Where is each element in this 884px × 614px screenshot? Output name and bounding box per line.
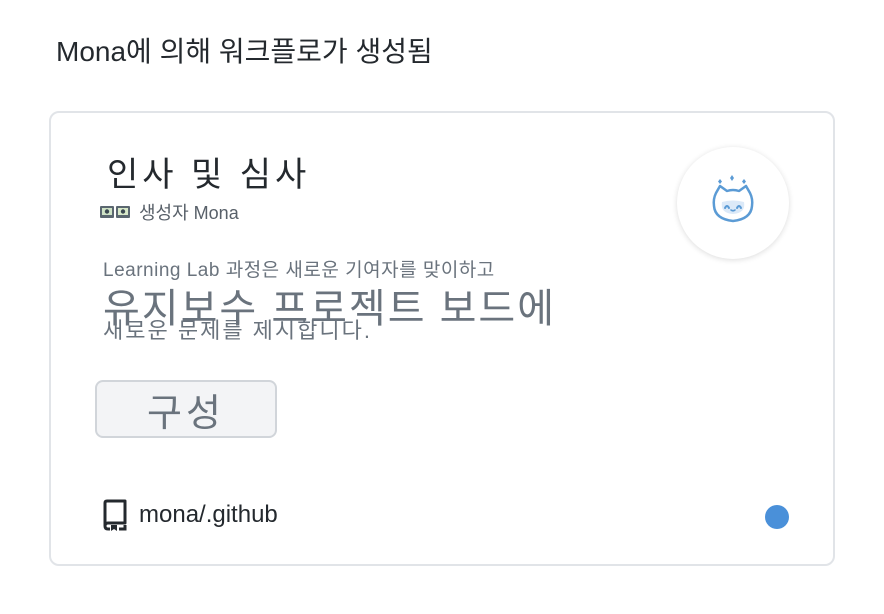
repo-icon	[101, 499, 129, 531]
description-line-1: Learning Lab 과정은 새로운 기여자를 맞이하고	[103, 260, 495, 281]
workflow-title: 인사 및 심사	[107, 156, 311, 194]
workflow-avatar	[677, 147, 789, 259]
repo-name[interactable]: mona/.github	[139, 501, 278, 529]
page-heading: Mona에 의해 워크플로가 생성됨	[56, 36, 433, 67]
creator-avatars-icon	[99, 203, 131, 221]
status-dot	[765, 505, 789, 529]
octocat-mona-icon	[712, 175, 754, 223]
creator-row: 생성자 Mona	[99, 199, 239, 225]
creator-label: 생성자 Mona	[139, 203, 239, 223]
configure-button[interactable]: 구성	[95, 380, 277, 438]
workflow-description: Learning Lab 과정은 새로운 기여자를 맞이하고 유지보수 프로젝트…	[103, 259, 663, 343]
repo-link[interactable]: mona/.github	[101, 499, 278, 531]
workflow-card: 인사 및 심사 생성자 Mona Learning Lab 과정은 새로운 기여…	[49, 111, 835, 566]
